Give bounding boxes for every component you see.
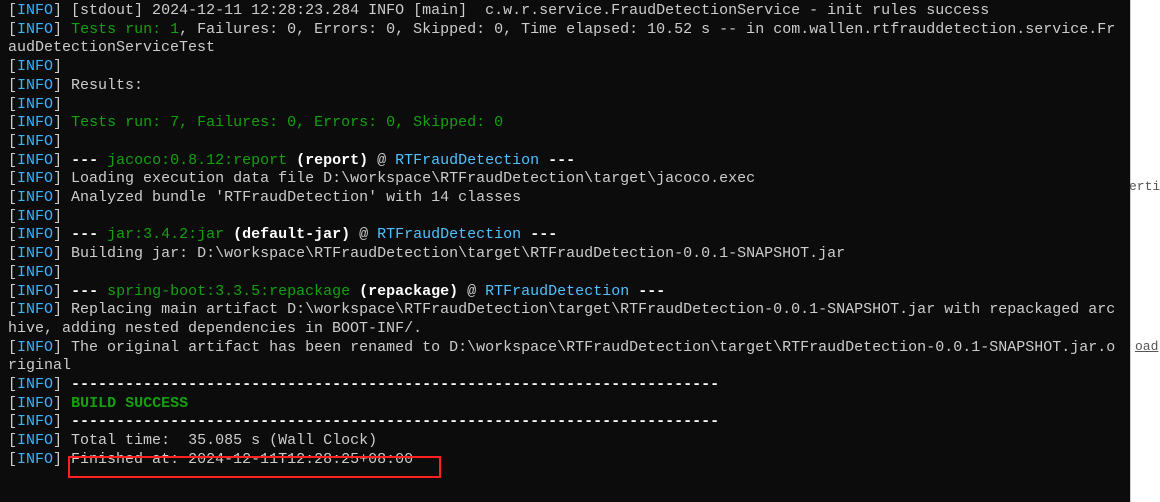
log-level: INFO — [17, 339, 53, 356]
tests-run: Tests run: 1 — [71, 21, 179, 38]
log-level: INFO — [17, 2, 53, 19]
total-time: Total time: 35.085 s (Wall Clock) — [62, 432, 377, 449]
project-name: RTFraudDetection — [485, 283, 629, 300]
log-level: INFO — [17, 264, 53, 281]
log-level: INFO — [17, 152, 53, 169]
log-level: INFO — [17, 96, 53, 113]
separator: ----------------------------------------… — [62, 376, 719, 393]
project-name: RTFraudDetection — [395, 152, 539, 169]
log-level: INFO — [17, 245, 53, 262]
log-level: INFO — [17, 432, 53, 449]
terminal-output[interactable]: [INFO] [stdout] 2024-12-11 12:28:23.284 … — [0, 0, 1130, 502]
log-level: INFO — [17, 58, 53, 75]
log-line: Loading execution data file D:\workspace… — [62, 170, 755, 187]
build-success: BUILD SUCCESS — [71, 395, 188, 412]
log-level: INFO — [17, 189, 53, 206]
log-level: INFO — [17, 114, 53, 131]
log-level: INFO — [17, 283, 53, 300]
separator: ----------------------------------------… — [62, 413, 719, 430]
tests-summary: Tests run: 7, Failures: 0, Errors: 0, Sk… — [71, 114, 503, 131]
ide-right-gutter: erties oad — [1130, 0, 1160, 502]
log-level: INFO — [17, 413, 53, 430]
plugin-name: jar:3.4.2:jar — [107, 226, 224, 243]
project-name: RTFraudDetection — [377, 226, 521, 243]
plugin-name: spring-boot:3.3.5:repackage — [107, 283, 350, 300]
plugin-name: jacoco:0.8.12:report — [107, 152, 287, 169]
log-level: INFO — [17, 451, 53, 468]
log-line: The original artifact has been renamed t… — [8, 339, 1115, 375]
log-level: INFO — [17, 376, 53, 393]
log-level: INFO — [17, 21, 53, 38]
finished-at: Finished at: 2024-12-11T12:28:25+08:00 — [62, 451, 413, 468]
log-line: Results: — [62, 77, 143, 94]
log-level: INFO — [17, 301, 53, 318]
log-level: INFO — [17, 133, 53, 150]
log-line: Replacing main artifact D:\workspace\RTF… — [8, 301, 1115, 337]
log-level: INFO — [17, 208, 53, 225]
log-level: INFO — [17, 226, 53, 243]
panel-fragment: erties — [1129, 178, 1160, 197]
log-level: INFO — [17, 77, 53, 94]
log-level: INFO — [17, 395, 53, 412]
link-fragment[interactable]: oad — [1135, 338, 1158, 357]
log-line: [stdout] 2024-12-11 12:28:23.284 INFO [m… — [62, 2, 989, 19]
log-line: Building jar: D:\workspace\RTFraudDetect… — [62, 245, 845, 262]
log-line: Analyzed bundle 'RTFraudDetection' with … — [62, 189, 521, 206]
log-level: INFO — [17, 170, 53, 187]
